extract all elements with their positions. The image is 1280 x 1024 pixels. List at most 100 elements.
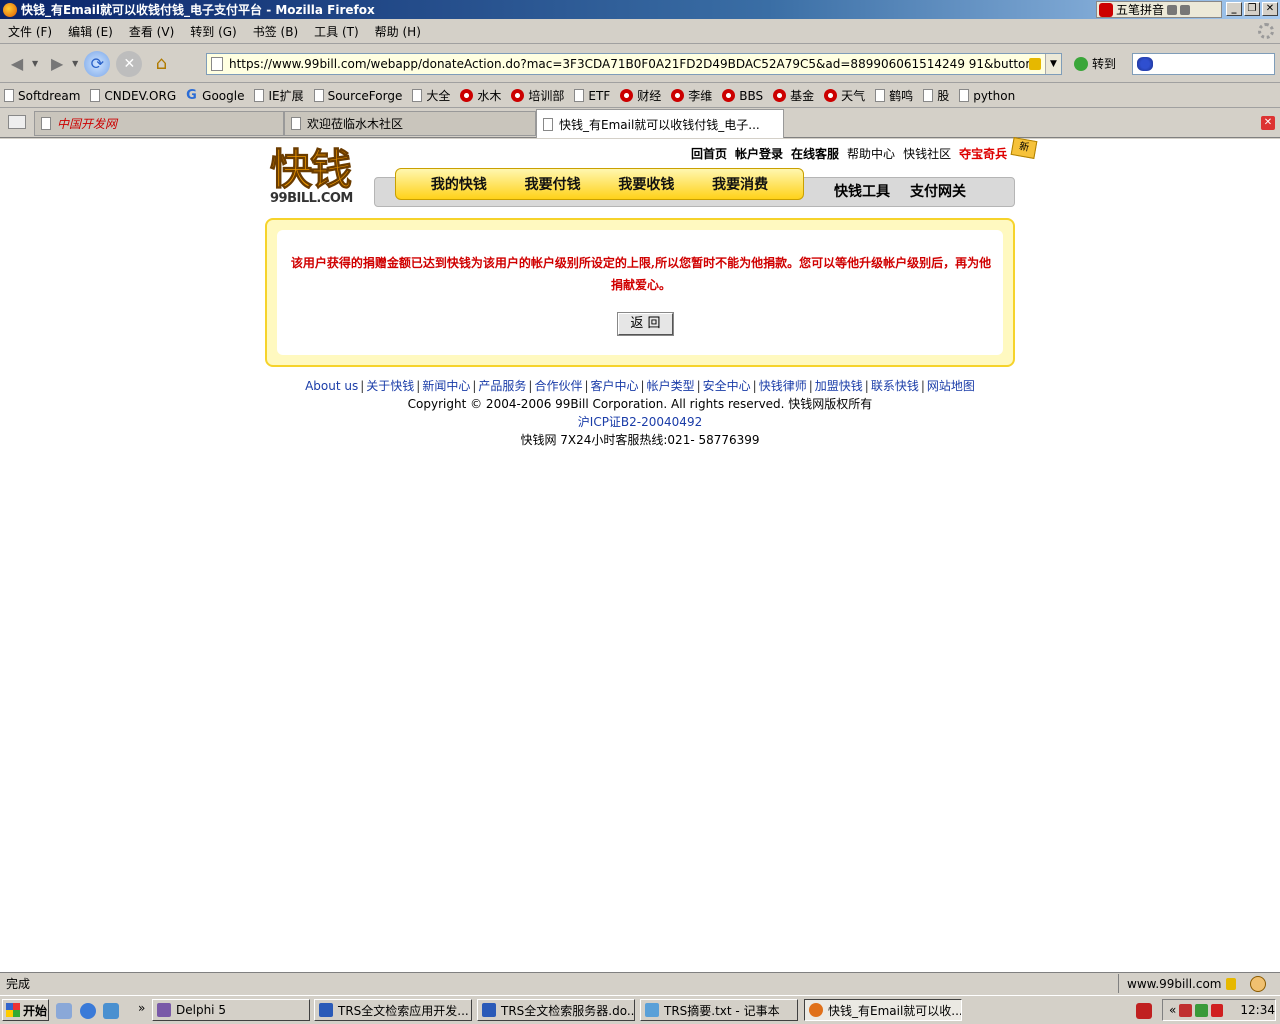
- ime-logo-icon: [1099, 2, 1113, 17]
- quicklaunch-desktop-icon[interactable]: [56, 1003, 72, 1019]
- menu-go[interactable]: 转到 (G): [182, 23, 244, 40]
- forward-dropdown-icon[interactable]: ▼: [72, 59, 78, 68]
- icp-link[interactable]: 沪ICP证B2-20040492: [0, 413, 1280, 431]
- bookmark-item[interactable]: 李维: [671, 87, 712, 104]
- bookmark-item[interactable]: 鹤鸣: [875, 87, 913, 104]
- go-button[interactable]: 转到: [1074, 55, 1116, 72]
- link-login[interactable]: 帐户登录: [735, 145, 783, 162]
- start-button[interactable]: 开始: [2, 999, 49, 1021]
- link-treasure[interactable]: 夺宝奇兵: [959, 145, 1007, 162]
- menu-help[interactable]: 帮助 (H): [367, 23, 429, 40]
- maximize-button[interactable]: ❐: [1244, 2, 1260, 16]
- menu-edit[interactable]: 编辑 (E): [60, 23, 121, 40]
- site-logo[interactable]: 快钱 99BILL.COM: [270, 145, 370, 211]
- lock-icon[interactable]: [1029, 58, 1041, 70]
- bookmark-item[interactable]: 股: [923, 87, 949, 104]
- reload-icon[interactable]: ⟳: [84, 50, 111, 77]
- tab-99bill[interactable]: 快钱_有Email就可以收钱付钱_电子...: [536, 109, 784, 138]
- url-bar[interactable]: https://www.99bill.com/webapp/donateActi…: [206, 53, 1062, 75]
- footer-link[interactable]: 产品服务: [478, 379, 526, 393]
- footer-link[interactable]: 安全中心: [703, 379, 751, 393]
- back-dropdown-icon[interactable]: ▼: [32, 59, 38, 68]
- nav-gateway[interactable]: 支付网关: [910, 181, 966, 201]
- quicklaunch-app-icon[interactable]: [103, 1003, 119, 1019]
- tray-app-icon[interactable]: [1136, 1003, 1152, 1019]
- link-online-service[interactable]: 在线客服: [791, 145, 839, 162]
- menu-view[interactable]: 查看 (V): [121, 23, 182, 40]
- footer-link[interactable]: 网站地图: [927, 379, 975, 393]
- ime-keyboard-icon[interactable]: [1180, 4, 1191, 15]
- bookmark-item[interactable]: Softdream: [4, 89, 80, 103]
- stop-icon[interactable]: ✕: [116, 50, 143, 77]
- quicklaunch-more-icon[interactable]: »: [138, 1001, 145, 1015]
- footer-link[interactable]: 新闻中心: [422, 379, 470, 393]
- bookmarks-toolbar: Softdream CNDEV.ORG G Google IE扩展 SourceF…: [0, 84, 1280, 108]
- lock-icon[interactable]: [1225, 977, 1236, 990]
- ime-toolbar[interactable]: 五笔拼音: [1096, 1, 1222, 18]
- menu-file[interactable]: 文件 (F): [0, 23, 60, 40]
- ime-punct-icon[interactable]: [1167, 4, 1178, 15]
- new-tab-icon[interactable]: [8, 115, 26, 129]
- task-word-2[interactable]: TRS全文检索服务器.do...: [477, 999, 635, 1021]
- tab-cndev[interactable]: 中国开发网: [34, 111, 284, 136]
- bookmark-item[interactable]: python: [959, 89, 1015, 103]
- nav-consume[interactable]: 我要消费: [712, 174, 768, 194]
- tray-k-icon[interactable]: [1210, 1003, 1224, 1017]
- nav-my-account[interactable]: 我的快钱: [431, 174, 487, 194]
- nav-pay[interactable]: 我要付钱: [525, 174, 581, 194]
- bookmark-item[interactable]: IE扩展: [254, 87, 304, 104]
- footer-link[interactable]: About us: [305, 379, 358, 393]
- close-tab-icon[interactable]: ✕: [1261, 116, 1275, 130]
- bookmark-item[interactable]: G Google: [186, 89, 244, 103]
- bookmark-item[interactable]: 水木: [460, 87, 501, 104]
- task-firefox[interactable]: 快钱_有Email就可以收...: [804, 999, 962, 1021]
- baidu-paw-icon[interactable]: [1137, 57, 1153, 71]
- extension-smiley-icon[interactable]: [1250, 976, 1266, 992]
- tray-network-icon[interactable]: [1195, 1003, 1208, 1017]
- url-input[interactable]: https://www.99bill.com/webapp/donateActi…: [229, 57, 1029, 71]
- footer-link[interactable]: 联系快钱: [871, 379, 919, 393]
- tray-expand-icon[interactable]: «: [1169, 1003, 1176, 1017]
- url-history-dropdown[interactable]: ▼: [1045, 54, 1061, 74]
- bookmark-item[interactable]: 大全: [412, 87, 450, 104]
- bookmark-item[interactable]: CNDEV.ORG: [90, 89, 176, 103]
- ime-mode-label[interactable]: 五笔拼音: [1116, 1, 1164, 18]
- bookmark-item[interactable]: SourceForge: [313, 89, 402, 103]
- nav-tools[interactable]: 快钱工具: [834, 181, 890, 201]
- back-arrow-icon[interactable]: ◀: [4, 51, 30, 77]
- bookmark-item[interactable]: 基金: [773, 87, 814, 104]
- task-delphi[interactable]: Delphi 5: [152, 999, 310, 1021]
- quicklaunch-ie-icon[interactable]: [80, 1003, 96, 1019]
- search-input[interactable]: [1132, 53, 1275, 75]
- bookmark-item[interactable]: 天气: [824, 87, 865, 104]
- link-help-center[interactable]: 帮助中心: [847, 145, 895, 162]
- bookmark-item[interactable]: 培训部: [511, 87, 564, 104]
- minimize-button[interactable]: _: [1226, 2, 1242, 16]
- forward-arrow-icon[interactable]: ▶: [44, 51, 70, 77]
- nav-receive[interactable]: 我要收钱: [618, 174, 674, 194]
- menu-bookmarks[interactable]: 书签 (B): [245, 23, 306, 40]
- tray-antivirus-icon[interactable]: [1179, 1003, 1193, 1017]
- footer-link[interactable]: 快钱律师: [759, 379, 807, 393]
- footer-link[interactable]: 加盟快钱: [815, 379, 863, 393]
- footer-link[interactable]: 客户中心: [591, 379, 639, 393]
- back-button[interactable]: 返 回: [617, 312, 674, 336]
- bookmark-item[interactable]: BBS: [722, 89, 763, 103]
- link-home[interactable]: 回首页: [691, 145, 727, 162]
- close-button[interactable]: ✕: [1262, 2, 1278, 16]
- copyright: Copyright © 2004-2006 99Bill Corporation…: [407, 397, 873, 411]
- footer-link[interactable]: 帐户类型: [647, 379, 695, 393]
- security-panel[interactable]: www.99bill.com: [1118, 974, 1240, 993]
- footer-link[interactable]: 合作伙伴: [534, 379, 582, 393]
- clock[interactable]: 12:34: [1240, 1003, 1275, 1017]
- bookmark-item[interactable]: ETF: [574, 89, 610, 103]
- bookmark-item[interactable]: 财经: [620, 87, 661, 104]
- menu-tools[interactable]: 工具 (T): [306, 23, 367, 40]
- tab-newsmth[interactable]: 欢迎莅临水木社区: [284, 111, 536, 136]
- task-notepad[interactable]: TRS摘要.txt - 记事本: [640, 999, 798, 1021]
- task-word-1[interactable]: TRS全文检索应用开发...: [314, 999, 472, 1021]
- home-icon[interactable]: ⌂: [148, 51, 174, 77]
- link-community[interactable]: 快钱社区: [903, 145, 951, 162]
- footer-link[interactable]: 关于快钱: [366, 379, 414, 393]
- bookmark-page-icon: [959, 89, 970, 102]
